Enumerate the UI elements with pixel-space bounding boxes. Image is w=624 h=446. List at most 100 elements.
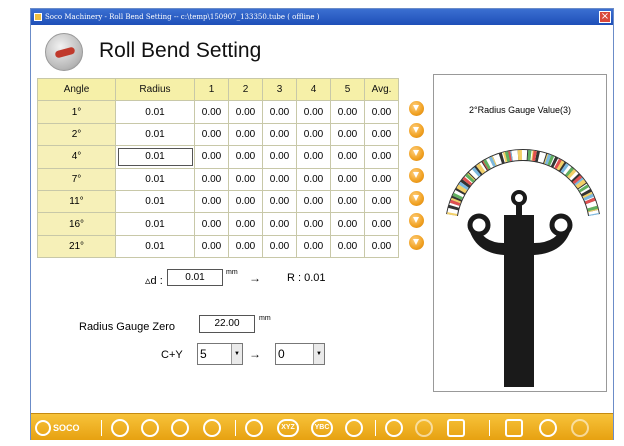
radius-input[interactable]: 0.01 — [115, 167, 195, 191]
radius-gauge-zero-input[interactable]: 22.00 — [199, 315, 255, 333]
value-4-cell: 0.00 — [296, 189, 331, 214]
download-icon[interactable] — [409, 168, 424, 184]
radius-result: R : 0.01 — [287, 272, 326, 284]
table-row: 1° 0.01 0.00 0.00 0.00 0.00 0.00 0.00 — [37, 100, 399, 124]
value-2-cell: 0.00 — [228, 234, 263, 259]
gauge-arc — [446, 149, 600, 217]
header-4: 4 — [296, 77, 331, 102]
angle-cell: 2° — [37, 122, 116, 147]
cy-to-select[interactable]: 0 ▼ — [275, 343, 325, 365]
soco-logo: SOCO — [35, 420, 80, 436]
avg-cell: 0.00 — [364, 212, 399, 236]
value-2-cell: 0.00 — [228, 212, 263, 236]
avg-cell: 0.00 — [364, 122, 399, 147]
radius-input[interactable]: 0.01 — [115, 122, 195, 147]
download-icon[interactable] — [409, 235, 424, 251]
radius-input[interactable]: 0.01 — [115, 145, 195, 169]
radius-gauge-zero-unit: mm — [259, 315, 271, 322]
roll-bend-setting-icon[interactable] — [447, 419, 465, 437]
value-4-cell: 0.00 — [296, 100, 331, 124]
roll-bend-icon — [45, 33, 83, 71]
radius-input[interactable]: 0.01 — [115, 189, 195, 214]
download-icon[interactable] — [409, 101, 424, 116]
gauge-arm — [467, 190, 573, 387]
bend-icon[interactable] — [203, 419, 221, 437]
value-2-cell: 0.00 — [228, 100, 263, 124]
table-row: 21° 0.01 0.00 0.00 0.00 0.00 0.00 0.00 — [37, 234, 399, 259]
bottom-toolbar: SOCO XYZ YBC — [31, 413, 613, 440]
delta-arrow-icon: → — [249, 271, 261, 285]
cy-to-value: 0 — [278, 347, 285, 361]
cy-label: C+Y — [161, 349, 183, 361]
radius-gauge-zero-label: Radius Gauge Zero — [79, 321, 175, 333]
value-1-cell: 0.00 — [194, 167, 229, 191]
download-icon[interactable] — [409, 212, 424, 228]
toolbar-divider — [235, 420, 236, 436]
chevron-down-icon[interactable]: ▼ — [313, 344, 324, 364]
header-1: 1 — [194, 77, 229, 102]
ybc-button[interactable]: YBC — [311, 419, 333, 437]
toolbar-divider — [375, 420, 376, 436]
radius-input[interactable]: 0.01 — [115, 212, 195, 236]
delta-input[interactable]: 0.01 — [167, 269, 223, 286]
app-window: Soco Machinery - Roll Bend Setting -- c:… — [30, 8, 614, 440]
help-icon[interactable] — [571, 419, 589, 437]
download-icon[interactable] — [409, 190, 424, 206]
value-4-cell: 0.00 — [296, 122, 331, 147]
value-3-cell: 0.00 — [262, 212, 297, 236]
angle-cell: 1° — [37, 100, 116, 124]
value-1-cell: 0.00 — [194, 189, 229, 214]
home-icon[interactable] — [111, 419, 129, 437]
avg-cell: 0.00 — [364, 234, 399, 259]
header-3: 3 — [262, 77, 297, 102]
avg-cell: 0.00 — [364, 189, 399, 214]
value-1-cell: 0.00 — [194, 234, 229, 259]
value-3-cell: 0.00 — [262, 167, 297, 191]
download-icon[interactable] — [409, 123, 424, 139]
value-5-cell: 0.00 — [330, 145, 365, 169]
gauge-panel: 2°Radius Gauge Value(3) — [433, 74, 607, 392]
download-icon[interactable] — [409, 145, 424, 161]
value-3-cell: 0.00 — [262, 234, 297, 259]
cy-arrow-icon: → — [249, 347, 261, 361]
operator-icon[interactable] — [245, 419, 263, 437]
value-2-cell: 0.00 — [228, 145, 263, 169]
value-5-cell: 0.00 — [330, 167, 365, 191]
database-icon[interactable] — [415, 419, 433, 437]
value-2-cell: 0.00 — [228, 122, 263, 147]
back-icon[interactable] — [539, 419, 557, 437]
radius-input[interactable]: 0.01 — [115, 100, 195, 124]
delta-label: ▵d : — [145, 275, 163, 287]
angle-cell: 7° — [37, 167, 116, 191]
angle-cell: 11° — [37, 189, 116, 214]
header-2: 2 — [228, 77, 263, 102]
header-radius: Radius — [115, 77, 195, 102]
tools-icon[interactable] — [345, 419, 363, 437]
header-angle: Angle — [37, 77, 116, 102]
angle-cell: 21° — [37, 234, 116, 259]
value-5-cell: 0.00 — [330, 212, 365, 236]
radius-input[interactable]: 0.01 — [115, 234, 195, 259]
delta-unit: mm — [226, 269, 238, 276]
app-icon — [34, 13, 42, 21]
value-3-cell: 0.00 — [262, 100, 297, 124]
value-4-cell: 0.00 — [296, 167, 331, 191]
toolbar-divider — [489, 420, 490, 436]
header-avg: Avg. — [364, 77, 399, 102]
cy-from-select[interactable]: 5 ▼ — [197, 343, 243, 365]
hand-icon[interactable] — [141, 419, 159, 437]
close-button[interactable]: × — [599, 11, 611, 23]
chevron-down-icon[interactable]: ▼ — [231, 344, 242, 364]
connect-icon[interactable] — [385, 419, 403, 437]
value-1-cell: 0.00 — [194, 122, 229, 147]
auto-icon[interactable] — [171, 419, 189, 437]
xyz-button[interactable]: XYZ — [277, 419, 299, 437]
screen-icon[interactable] — [505, 419, 523, 437]
brand-text: SOCO — [53, 423, 80, 433]
table-header-row: Angle Radius 1 2 3 4 5 Avg. — [37, 77, 399, 102]
value-4-cell: 0.00 — [296, 212, 331, 236]
value-1-cell: 0.00 — [194, 100, 229, 124]
globe-icon — [35, 420, 51, 436]
value-5-cell: 0.00 — [330, 100, 365, 124]
value-2-cell: 0.00 — [228, 189, 263, 214]
